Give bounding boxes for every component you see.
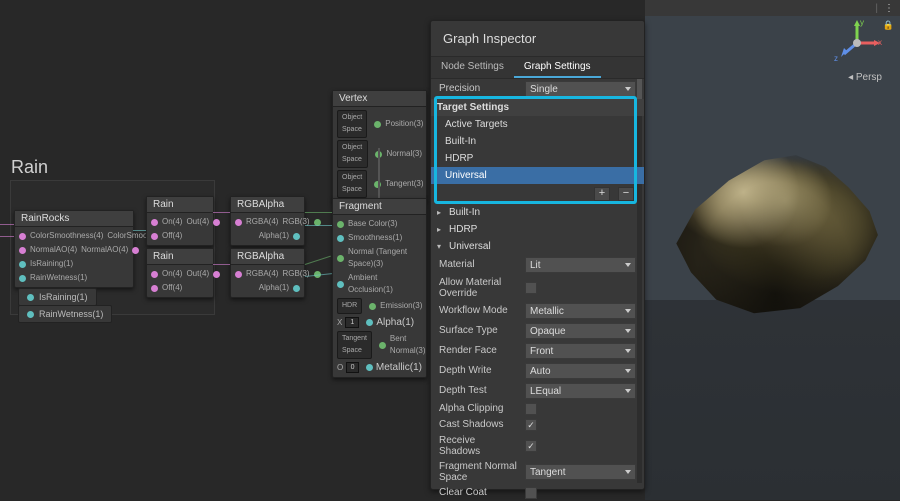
- prop-label: Render Face: [439, 345, 519, 357]
- orientation-gizmo[interactable]: y x z: [834, 20, 880, 76]
- node-rgbalpha-b[interactable]: RGBAlpha RGBA(4)RGB(3) Alpha(1): [230, 248, 305, 298]
- receive-shadows-checkbox[interactable]: ✓: [525, 440, 537, 452]
- node-title: RGBAlpha: [231, 249, 304, 265]
- graph-inspector-panel[interactable]: Graph Inspector Node Settings Graph Sett…: [430, 20, 645, 490]
- allow-override-checkbox[interactable]: [525, 282, 537, 294]
- prop-label: Material: [439, 259, 519, 271]
- clear-coat-checkbox[interactable]: [525, 487, 537, 499]
- add-target-button[interactable]: +: [594, 187, 610, 201]
- port-label: RainWetness(1): [30, 272, 87, 284]
- node-rainrocks[interactable]: RainRocks ColorSmoothness(4)ColorSmoothn…: [14, 210, 134, 288]
- node-title: Vertex: [333, 91, 426, 107]
- remove-target-button[interactable]: −: [618, 187, 634, 201]
- axis-y-label: y: [860, 18, 864, 27]
- prop-label: Alpha Clipping: [439, 403, 519, 415]
- chevron-down-icon: [625, 309, 631, 313]
- node-title: RainRocks: [15, 211, 133, 227]
- toolbar-separator: |: [875, 3, 878, 14]
- surface-type-dropdown[interactable]: Opaque: [525, 323, 636, 339]
- target-item-hdrp[interactable]: HDRP: [431, 150, 644, 167]
- tab-graph-settings[interactable]: Graph Settings: [514, 57, 601, 78]
- port-label: IsRaining(1): [30, 258, 73, 270]
- blackboard-label: IsRaining(1): [39, 292, 88, 302]
- node-title: Rain: [147, 249, 213, 265]
- precision-label: Precision: [439, 83, 519, 95]
- prop-label: Receive Shadows: [439, 435, 519, 457]
- prop-label: Depth Write: [439, 365, 519, 377]
- chevron-right-icon[interactable]: ▸: [437, 208, 449, 217]
- material-dropdown[interactable]: Lit: [525, 257, 636, 273]
- precision-dropdown[interactable]: Single: [525, 81, 636, 97]
- metallic-o-field[interactable]: 0: [346, 362, 359, 373]
- prop-label: Workflow Mode: [439, 305, 519, 317]
- panel-title: Graph Inspector: [431, 21, 644, 57]
- render-face-dropdown[interactable]: Front: [525, 343, 636, 359]
- depth-write-dropdown[interactable]: Auto: [525, 363, 636, 379]
- alpha-clipping-checkbox[interactable]: [525, 403, 537, 415]
- prop-label: Surface Type: [439, 325, 519, 337]
- target-item-builtin[interactable]: Built-In: [431, 133, 644, 150]
- prop-label: Allow Material Override: [439, 277, 519, 299]
- scene-view[interactable]: | ⋮ 🔒 y x z ◂ Persp: [645, 0, 900, 500]
- target-settings-header: Target Settings: [437, 102, 509, 113]
- depth-test-dropdown[interactable]: LEqual: [525, 383, 636, 399]
- rock-mesh-preview[interactable]: [670, 150, 880, 320]
- prop-label: Clear Coat: [439, 487, 519, 499]
- projection-label[interactable]: ◂ Persp: [848, 72, 882, 83]
- group-title: Rain: [11, 157, 48, 178]
- foldout-builtin[interactable]: Built-In: [449, 207, 480, 218]
- prop-label: Depth Test: [439, 385, 519, 397]
- node-fragment[interactable]: Fragment Base Color(3) Smoothness(1) Nor…: [332, 198, 427, 378]
- scene-toolbar: | ⋮: [645, 0, 900, 16]
- axis-x-label: x: [878, 38, 882, 47]
- port-label: NormalAO(4): [81, 244, 128, 256]
- node-rain-a[interactable]: Rain On(4)Out(4) Off(4): [146, 196, 214, 246]
- axis-z-label: z: [834, 54, 838, 63]
- chevron-down-icon: [625, 349, 631, 353]
- blackboard-label: RainWetness(1): [39, 309, 103, 319]
- alpha-x-field[interactable]: 1: [345, 317, 359, 328]
- node-rain-b[interactable]: Rain On(4)Out(4) Off(4): [146, 248, 214, 298]
- node-title: Fragment: [333, 199, 426, 215]
- chevron-down-icon: [625, 87, 631, 91]
- lock-icon[interactable]: 🔒: [883, 20, 894, 31]
- port-label: NormalAO(4): [30, 244, 77, 256]
- chevron-down-icon: [625, 470, 631, 474]
- chevron-down-icon: [625, 263, 631, 267]
- chevron-down-icon: [625, 389, 631, 393]
- gizmo-svg: [834, 20, 880, 66]
- foldout-hdrp[interactable]: HDRP: [449, 224, 477, 235]
- master-stack-connector: [378, 148, 380, 198]
- chevron-down-icon[interactable]: ▾: [437, 242, 449, 251]
- active-targets-label: Active Targets: [431, 116, 644, 133]
- prop-label: Cast Shadows: [439, 419, 519, 431]
- inspector-tabs: Node Settings Graph Settings: [431, 57, 644, 79]
- toolbar-menu-icon[interactable]: ⋮: [884, 3, 894, 14]
- node-rgbalpha-a[interactable]: RGBAlpha RGBA(4)RGB(3) Alpha(1): [230, 196, 305, 246]
- prop-label: Fragment Normal Space: [439, 461, 519, 483]
- blackboard-property-rainwetness[interactable]: RainWetness(1): [18, 305, 112, 323]
- chevron-down-icon: [625, 369, 631, 373]
- cast-shadows-checkbox[interactable]: ✓: [525, 419, 537, 431]
- tab-node-settings[interactable]: Node Settings: [431, 57, 514, 78]
- chevron-down-icon: [625, 329, 631, 333]
- chevron-right-icon[interactable]: ▸: [437, 225, 449, 234]
- foldout-universal[interactable]: Universal: [449, 241, 491, 252]
- node-title: Rain: [147, 197, 213, 213]
- target-item-universal[interactable]: Universal: [431, 167, 644, 184]
- node-title: RGBAlpha: [231, 197, 304, 213]
- fragment-normal-space-dropdown[interactable]: Tangent: [525, 464, 636, 480]
- blackboard-property-israining[interactable]: IsRaining(1): [18, 288, 97, 306]
- workflow-mode-dropdown[interactable]: Metallic: [525, 303, 636, 319]
- port-label: ColorSmoothness(4): [30, 230, 103, 242]
